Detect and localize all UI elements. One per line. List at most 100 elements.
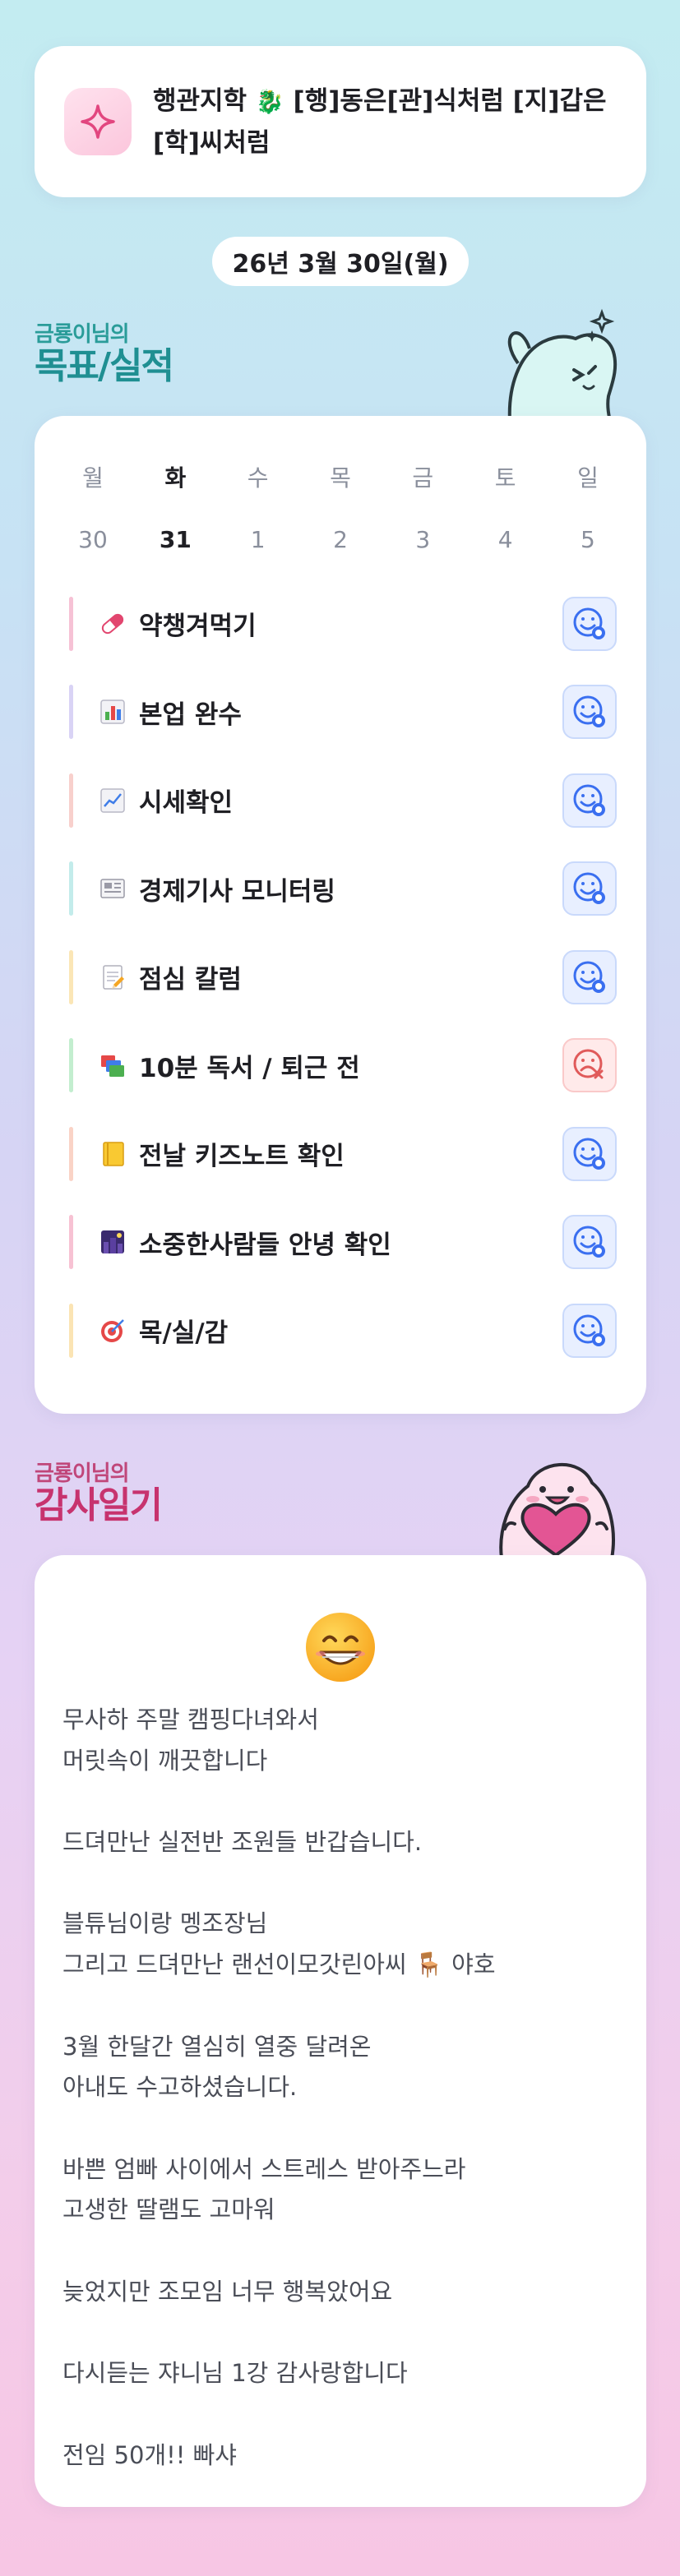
gratitude-line: 고생한 딸램도 고마워	[62, 2195, 275, 2224]
header-motto: 행관지학 🐉 [행]동은[관]식처럼 [지]갑은 [학]씨처럼	[153, 81, 607, 164]
goal-label: 경제기사 모니터링	[139, 876, 335, 907]
gratitude-line: 아내도 수고하셨습니다.	[62, 2073, 298, 2102]
date-row: 30 31 1 2 3 4 5	[64, 526, 617, 553]
weekday-label[interactable]: 목	[312, 460, 369, 493]
gratitude-line: 머릿속이 깨끗합니다	[62, 1746, 268, 1775]
gratitude-line	[62, 1986, 622, 2027]
weekday-label[interactable]: 화	[146, 460, 204, 493]
goal-color-bar	[69, 1303, 73, 1358]
weekday-label[interactable]: 일	[559, 460, 617, 493]
gratitude-line	[62, 2231, 622, 2272]
header-line2: [학]씨처럼	[153, 127, 271, 158]
bar-chart-icon	[96, 695, 129, 728]
mascot-heart-icon	[490, 1452, 622, 1562]
weekday-row: 월화수목금토일	[64, 460, 617, 493]
dragon-icon: 🐉	[255, 87, 284, 115]
goal-color-bar	[69, 861, 73, 916]
date-label[interactable]: 4	[477, 526, 534, 553]
gratitude-line: 무사하 주말 캠핑다녀와서	[62, 1706, 319, 1733]
date-label[interactable]: 1	[229, 526, 287, 553]
date-label[interactable]: 3	[394, 526, 451, 553]
gratitude-sub-title: 금룡이님의	[35, 1461, 130, 1486]
grinning-face-icon	[304, 1611, 377, 1687]
date-label[interactable]: 2	[312, 526, 369, 553]
gratitude-line: 바쁜 엄빠 사이에서 스트레스 받아주느라	[62, 2154, 466, 2183]
status-done-icon[interactable]	[562, 861, 617, 916]
goal-color-bar	[69, 1126, 73, 1181]
gratitude-text: 무사하 주말 캠핑다녀와서머릿속이 깨끗합니다드뎌만난 실전반 조원들 반갑습니…	[62, 1700, 622, 2476]
night-city-icon	[96, 1226, 129, 1258]
goal-item[interactable]: 점심 칼럼	[64, 933, 617, 1022]
goal-color-bar	[69, 685, 73, 740]
gratitude-line: 블튜님이랑 멩조장님	[62, 1909, 268, 1938]
date-label[interactable]: 5	[559, 526, 617, 553]
goal-color-bar	[69, 773, 73, 828]
goal-label: 점심 칼럼	[139, 965, 242, 995]
status-done-icon[interactable]	[562, 949, 617, 1004]
weekday-label[interactable]: 월	[64, 460, 122, 493]
status-done-icon[interactable]	[562, 596, 617, 651]
goal-color-bar	[69, 1215, 73, 1270]
gratitude-line	[62, 1781, 622, 1822]
goal-item[interactable]: 본업 완수	[64, 668, 617, 757]
status-done-icon[interactable]	[562, 685, 617, 740]
status-done-icon[interactable]	[562, 773, 617, 828]
gratitude-line	[62, 2394, 622, 2435]
goal-item[interactable]: 약챙겨먹기	[64, 579, 617, 668]
weekday-label[interactable]: 토	[477, 460, 534, 493]
gratitude-line: 그리고 드뎌만난 랜선이모갓린아씨 🪑 야호	[62, 1950, 496, 1979]
gratitude-section-title: 금룡이님의 감사일기	[35, 1457, 163, 1526]
target-icon	[96, 1314, 129, 1347]
goal-label: 전날 키즈노트 확인	[139, 1142, 345, 1172]
gratitude-line	[62, 2108, 622, 2149]
trend-chart-icon	[96, 784, 129, 817]
newspaper-icon	[96, 872, 129, 905]
goal-item[interactable]: 10분 독서 / 퇴근 전	[64, 1022, 617, 1110]
notebook-icon	[96, 1138, 129, 1170]
status-done-icon[interactable]	[562, 1215, 617, 1270]
gratitude-line: 3월 한달간 열심히 열중 달려온	[62, 2032, 372, 2061]
goals-card: 월화수목금토일 30 31 1 2 3 4 5 약챙겨먹기본업 완수시세확인경제기사 모니터…	[35, 416, 646, 1414]
goals-main-title: 목표/실적	[35, 345, 174, 387]
sparkle-icon	[64, 88, 132, 155]
pill-icon	[96, 607, 129, 640]
mascot-waving-icon	[493, 306, 625, 424]
date-pill[interactable]: 26년 3월 30일(월)	[212, 237, 469, 286]
books-icon	[96, 1049, 129, 1082]
gratitude-main-title: 감사일기	[35, 1484, 163, 1526]
goal-label: 목/실/감	[139, 1318, 229, 1349]
goal-item[interactable]: 시세확인	[64, 756, 617, 845]
goal-label: 10분 독서 / 퇴근 전	[139, 1053, 360, 1083]
goal-color-bar	[69, 596, 73, 651]
header-line1-rest: [행]동은[관]식처럼 [지]갑은	[284, 85, 607, 116]
gratitude-line: 드뎌만난 실전반 조원들 반갑습니다.	[62, 1828, 423, 1857]
goal-item[interactable]: 경제기사 모니터링	[64, 845, 617, 934]
header-line1: 행관지학	[153, 85, 247, 116]
status-done-icon[interactable]	[562, 1126, 617, 1181]
status-failed-icon[interactable]	[562, 1038, 617, 1093]
date-label[interactable]: 30	[64, 526, 122, 553]
header-card: 행관지학 🐉 [행]동은[관]식처럼 [지]갑은 [학]씨처럼	[35, 46, 646, 197]
goal-label: 약챙겨먹기	[139, 612, 257, 642]
goals-sub-title: 금룡이님의	[35, 322, 130, 347]
memo-icon	[96, 961, 129, 994]
gratitude-line	[62, 1863, 622, 1904]
weekday-label[interactable]: 금	[394, 460, 451, 493]
goal-label: 소중한사람들 안녕 확인	[139, 1230, 391, 1260]
weekday-label[interactable]: 수	[229, 460, 287, 493]
goal-item[interactable]: 전날 키즈노트 확인	[64, 1110, 617, 1198]
goal-color-bar	[69, 949, 73, 1004]
gratitude-line: 다시듣는 쟈니님 1강 감사랑합니다	[62, 2359, 408, 2388]
goal-label: 본업 완수	[139, 699, 242, 730]
gratitude-line: 전임 50개!! 빠샤	[62, 2440, 237, 2469]
date-label[interactable]: 31	[146, 526, 204, 553]
gratitude-card: 무사하 주말 캠핑다녀와서머릿속이 깨끗합니다드뎌만난 실전반 조원들 반갑습니…	[35, 1555, 646, 2507]
goals-section-title: 금룡이님의 목표/실적	[35, 317, 174, 387]
goal-label: 시세확인	[139, 788, 234, 819]
goal-item[interactable]: 소중한사람들 안녕 확인	[64, 1198, 617, 1287]
goal-list: 약챙겨먹기본업 완수시세확인경제기사 모니터링점심 칼럼 10분 독서 / 퇴근 …	[64, 579, 617, 1375]
goal-item[interactable]: 목/실/감	[64, 1286, 617, 1375]
goal-color-bar	[69, 1038, 73, 1093]
gratitude-line: 늦었지만 조모임 너무 행복았어요	[62, 2277, 393, 2306]
status-done-icon[interactable]	[562, 1303, 617, 1358]
